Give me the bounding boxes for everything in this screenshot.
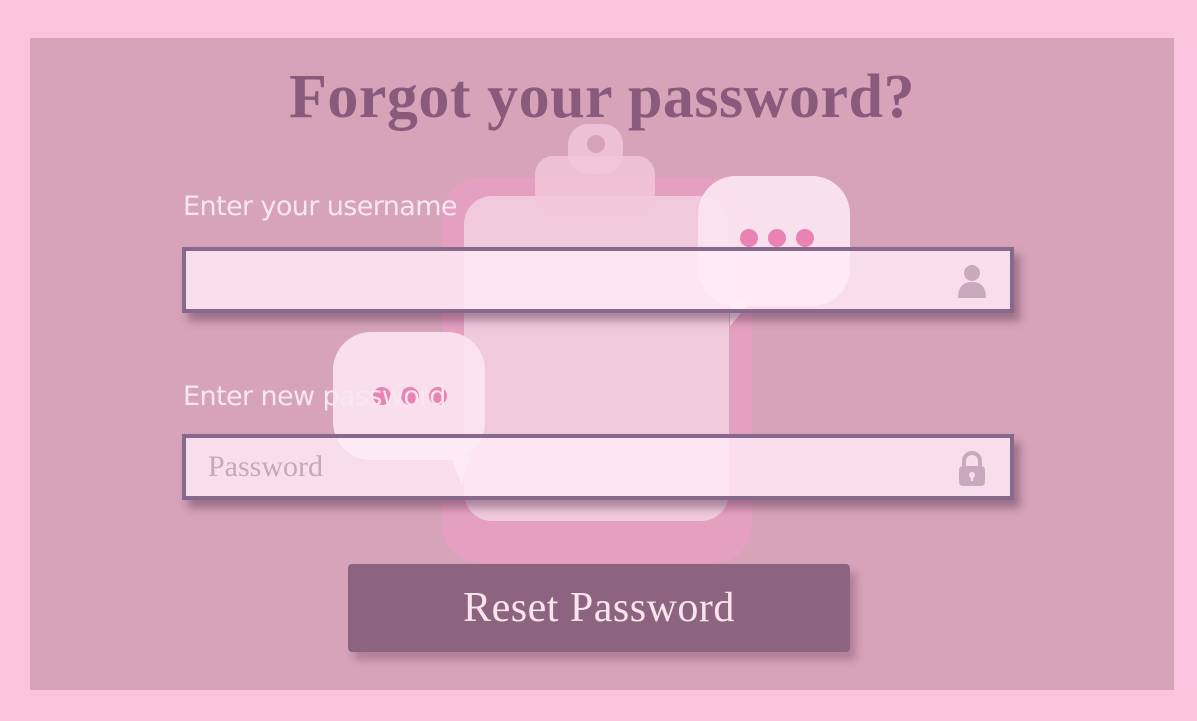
password-field[interactable] [182,434,1014,500]
reset-password-button[interactable]: Reset Password [348,564,850,652]
password-label: Enter new password [183,381,446,412]
username-input[interactable] [186,251,1010,309]
lock-icon [959,451,985,486]
reset-password-panel: Forgot your password? Enter your usernam… [30,38,1174,690]
username-label: Enter your username [183,191,458,222]
username-field[interactable] [182,247,1014,313]
page-title: Forgot your password? [289,63,915,131]
password-input[interactable] [186,438,1010,496]
user-icon [958,265,986,298]
